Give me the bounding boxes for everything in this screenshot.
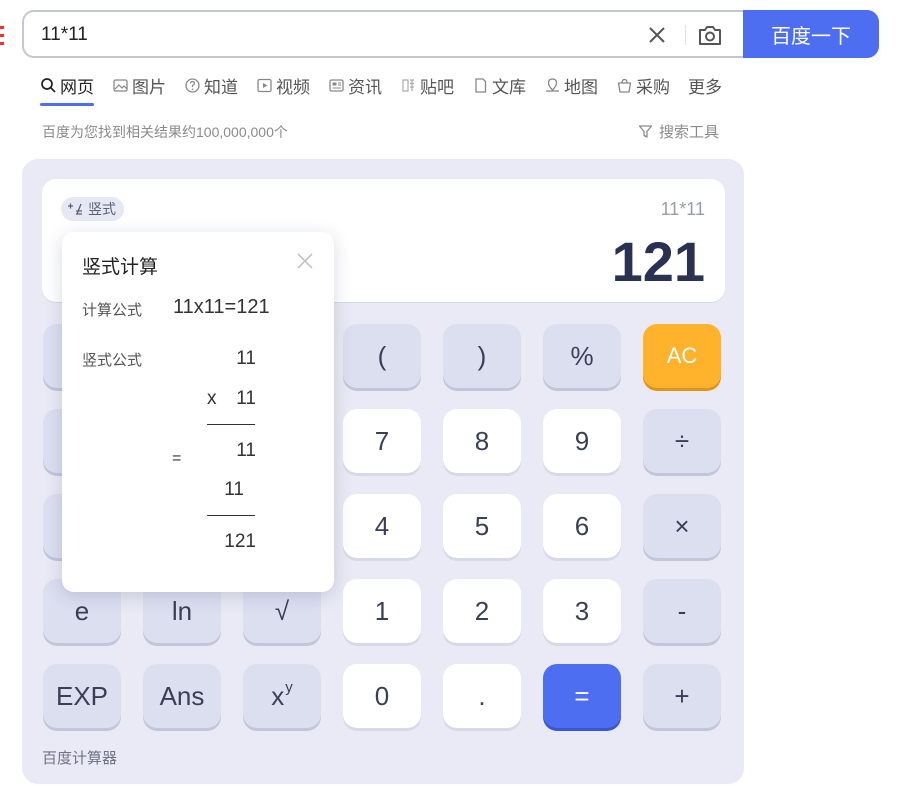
camera-icon[interactable] — [697, 23, 723, 47]
result-display: 121 — [611, 230, 705, 293]
tab-label: 图片 — [132, 77, 166, 97]
popup-title: 竖式计算 — [82, 257, 159, 278]
tab-label: 知道 — [204, 77, 238, 97]
expression-display: 11*11 — [660, 199, 705, 219]
tab-label: 资讯 — [348, 77, 382, 97]
vertical-rule-2 — [207, 515, 255, 516]
vertical-rule-1 — [207, 424, 255, 425]
tab-news[interactable]: 资讯 — [328, 72, 382, 98]
tab-images[interactable]: 图片 — [112, 72, 166, 98]
vertical-operator: x — [207, 388, 217, 409]
key-clear-all[interactable]: AC — [643, 324, 721, 388]
clear-icon[interactable] — [646, 24, 668, 46]
search-button[interactable]: 百度一下 — [743, 10, 879, 58]
vertical-equals: = — [172, 450, 182, 467]
power-exponent: y — [285, 678, 293, 696]
tab-label: 采购 — [636, 77, 670, 97]
tab-label: 文库 — [492, 77, 526, 97]
key-minus[interactable]: - — [643, 579, 721, 643]
key-divide[interactable]: ÷ — [643, 409, 721, 473]
image-icon — [113, 78, 128, 92]
tab-tieba[interactable]: 贴吧 — [400, 72, 454, 98]
filter-icon — [638, 125, 653, 138]
search-tabs: 网页 图片 知道 视频 资讯 贴吧 文库 地图 采购 更多 — [40, 72, 740, 108]
vertical-badge-label: 竖式 — [88, 201, 116, 217]
vertical-label: 竖式公式 — [82, 352, 143, 369]
vertical-partial-1: 11 — [236, 440, 256, 461]
key-1[interactable]: 1 — [343, 579, 421, 643]
vertical-calc-button[interactable]: 竖式 — [61, 197, 124, 221]
key-left-paren[interactable]: ( — [343, 324, 421, 388]
key-multiply[interactable]: × — [643, 494, 721, 558]
key-2[interactable]: 2 — [443, 579, 521, 643]
key-right-paren[interactable]: ) — [443, 324, 521, 388]
tab-label: 网页 — [60, 77, 94, 97]
key-4[interactable]: 4 — [343, 494, 421, 558]
map-icon — [546, 77, 559, 92]
tab-label: 视频 — [276, 77, 310, 97]
tab-zhidao[interactable]: 知道 — [184, 72, 238, 98]
tab-more[interactable]: 更多 — [688, 72, 722, 98]
key-decimal[interactable]: . — [443, 664, 521, 728]
tab-label: 地图 — [564, 77, 598, 97]
plus-minus-icon — [68, 203, 82, 215]
search-icon — [41, 77, 56, 93]
vertical-multiplicand: 11 — [236, 348, 256, 369]
basket-icon — [617, 78, 632, 93]
doc-icon — [475, 77, 487, 93]
question-icon — [185, 77, 200, 93]
search-tools-label: 搜索工具 — [659, 124, 720, 141]
search-bar: 百度一下 — [22, 10, 879, 58]
edge-mark-icon — [0, 26, 4, 45]
tab-video[interactable]: 视频 — [256, 72, 310, 98]
key-5[interactable]: 5 — [443, 494, 521, 558]
tieba-icon — [402, 78, 414, 92]
key-ans[interactable]: Ans — [143, 664, 221, 728]
key-0[interactable]: 0 — [343, 664, 421, 728]
tab-web[interactable]: 网页 — [40, 72, 94, 106]
news-icon — [329, 78, 344, 92]
key-equals[interactable]: = — [543, 664, 621, 728]
key-3[interactable]: 3 — [543, 579, 621, 643]
key-9[interactable]: 9 — [543, 409, 621, 473]
key-power[interactable]: xy — [243, 664, 321, 728]
search-input[interactable] — [41, 22, 601, 48]
search-box[interactable] — [22, 10, 744, 58]
vertical-calc-popup: 竖式计算 计算公式 11x11=121 竖式公式 11 x 11 = 11 11… — [62, 232, 334, 592]
tab-wenku[interactable]: 文库 — [472, 72, 526, 98]
formula-label: 计算公式 — [82, 302, 143, 319]
result-count: 百度为您找到相关结果约100,000,000个 — [42, 124, 288, 140]
tab-label: 贴吧 — [420, 77, 454, 97]
key-percent[interactable]: % — [543, 324, 621, 388]
vertical-partial-2: 11 — [224, 479, 244, 500]
icon-divider — [685, 25, 686, 45]
play-icon — [257, 78, 272, 92]
calculator-brand: 百度计算器 — [42, 750, 118, 767]
close-icon[interactable] — [295, 251, 315, 271]
tab-label: 更多 — [688, 77, 722, 97]
tab-map[interactable]: 地图 — [544, 72, 598, 98]
power-base: x — [271, 680, 285, 711]
key-plus[interactable]: + — [643, 664, 721, 728]
search-tools-button[interactable]: 搜索工具 — [638, 121, 719, 142]
key-7[interactable]: 7 — [343, 409, 421, 473]
vertical-total: 121 — [224, 531, 256, 552]
tab-purchase[interactable]: 采购 — [616, 72, 670, 98]
key-6[interactable]: 6 — [543, 494, 621, 558]
key-8[interactable]: 8 — [443, 409, 521, 473]
formula-text: 11x11=121 — [173, 296, 270, 318]
vertical-multiplier: 11 — [236, 388, 256, 409]
key-exp[interactable]: EXP — [43, 664, 121, 728]
